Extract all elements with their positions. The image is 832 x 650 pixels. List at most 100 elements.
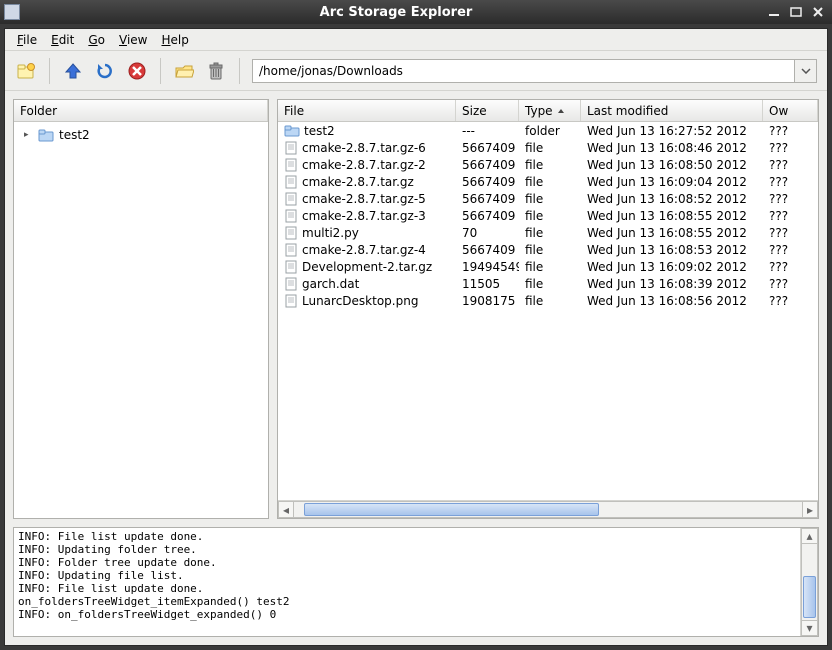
- file-modified: Wed Jun 13 16:08:46 2012: [581, 141, 763, 155]
- log-text[interactable]: INFO: File list update done. INFO: Updat…: [14, 528, 800, 636]
- file-owner: ???: [763, 175, 818, 189]
- file-column-header-owner[interactable]: Ow: [763, 100, 818, 121]
- file-owner: ???: [763, 294, 818, 308]
- log-panel: INFO: File list update done. INFO: Updat…: [13, 527, 819, 637]
- delete-button[interactable]: [205, 60, 227, 82]
- chevron-down-icon: [801, 68, 811, 74]
- file-row[interactable]: cmake-2.8.7.tar.gz-55667409fileWed Jun 1…: [278, 190, 818, 207]
- file-column-header-type[interactable]: Type: [519, 100, 581, 121]
- expand-icon[interactable]: ▸: [24, 131, 33, 140]
- path-input[interactable]: [252, 59, 795, 83]
- new-folder-button[interactable]: [15, 60, 37, 82]
- file-type: file: [519, 158, 581, 172]
- vscroll-track[interactable]: [801, 544, 818, 620]
- file-size: 5667409: [456, 192, 519, 206]
- file-type: file: [519, 175, 581, 189]
- file-icon: [284, 226, 298, 240]
- file-row[interactable]: cmake-2.8.7.tar.gz-45667409fileWed Jun 1…: [278, 241, 818, 258]
- file-modified: Wed Jun 13 16:08:55 2012: [581, 209, 763, 223]
- file-icon: [284, 141, 298, 155]
- file-type: file: [519, 209, 581, 223]
- menu-go[interactable]: Go: [82, 31, 111, 49]
- file-icon: [284, 192, 298, 206]
- scroll-right-button[interactable]: ▸: [802, 501, 818, 518]
- file-type: file: [519, 243, 581, 257]
- new-folder-icon: [16, 62, 36, 80]
- file-row[interactable]: LunarcDesktop.png1908175fileWed Jun 13 1…: [278, 292, 818, 309]
- menu-view[interactable]: View: [113, 31, 153, 49]
- toolbar-group-file: [173, 60, 227, 82]
- stop-button[interactable]: [126, 60, 148, 82]
- file-type: file: [519, 141, 581, 155]
- file-icon: [284, 260, 298, 274]
- open-folder-icon: [174, 62, 194, 80]
- vscroll-thumb[interactable]: [803, 576, 816, 618]
- arrow-up-icon: [64, 62, 82, 80]
- file-modified: Wed Jun 13 16:08:39 2012: [581, 277, 763, 291]
- file-icon: [284, 175, 298, 189]
- file-size: 11505: [456, 277, 519, 291]
- file-list[interactable]: test2---folderWed Jun 13 16:27:52 2012??…: [278, 122, 818, 500]
- file-row[interactable]: cmake-2.8.7.tar.gz-25667409fileWed Jun 1…: [278, 156, 818, 173]
- refresh-icon: [96, 62, 114, 80]
- toolbar-separator: [160, 58, 161, 84]
- refresh-button[interactable]: [94, 60, 116, 82]
- file-row[interactable]: cmake-2.8.7.tar.gz5667409fileWed Jun 13 …: [278, 173, 818, 190]
- file-size: 70: [456, 226, 519, 240]
- inner-frame: File Edit Go View Help: [4, 28, 828, 646]
- file-column-header-file[interactable]: File: [278, 100, 456, 121]
- file-type: file: [519, 277, 581, 291]
- toolbar-group-nav: [62, 60, 148, 82]
- maximize-button[interactable]: [788, 5, 804, 19]
- file-type: folder: [519, 124, 581, 138]
- menu-edit[interactable]: Edit: [45, 31, 80, 49]
- file-name: cmake-2.8.7.tar.gz-6: [302, 141, 426, 155]
- file-size: 5667409: [456, 175, 519, 189]
- file-size: ---: [456, 124, 519, 138]
- toolbar-separator: [49, 58, 50, 84]
- file-column-header-modified[interactable]: Last modified: [581, 100, 763, 121]
- file-panel-headers: File Size Type Last modified Ow: [278, 100, 818, 122]
- close-icon: [812, 7, 824, 17]
- log-vscroll[interactable]: ▴ ▾: [800, 528, 818, 636]
- up-button[interactable]: [62, 60, 84, 82]
- file-row[interactable]: Development-2.tar.gz19494549fileWed Jun …: [278, 258, 818, 275]
- minimize-button[interactable]: [766, 5, 782, 19]
- hscroll-thumb[interactable]: [304, 503, 599, 516]
- menu-file[interactable]: File: [11, 31, 43, 49]
- trash-icon: [207, 61, 225, 81]
- menubar: File Edit Go View Help: [5, 29, 827, 51]
- toolbar-separator: [239, 58, 240, 84]
- toolbar: [5, 51, 827, 91]
- scroll-up-button[interactable]: ▴: [801, 528, 818, 544]
- path-box: [252, 59, 817, 83]
- file-panel: File Size Type Last modified Ow test2---…: [277, 99, 819, 519]
- folder-icon: [38, 128, 54, 142]
- file-name: cmake-2.8.7.tar.gz-3: [302, 209, 426, 223]
- scroll-down-button[interactable]: ▾: [801, 620, 818, 636]
- folder-tree-item[interactable]: ▸ test2: [18, 126, 264, 144]
- file-size: 5667409: [456, 141, 519, 155]
- scroll-left-button[interactable]: ◂: [278, 501, 294, 518]
- file-owner: ???: [763, 277, 818, 291]
- close-button[interactable]: [810, 5, 826, 19]
- file-row[interactable]: multi2.py70fileWed Jun 13 16:08:55 2012?…: [278, 224, 818, 241]
- folder-column-header[interactable]: Folder: [14, 100, 268, 121]
- menu-help[interactable]: Help: [155, 31, 194, 49]
- path-dropdown-button[interactable]: [795, 59, 817, 83]
- file-type: file: [519, 260, 581, 274]
- file-owner: ???: [763, 260, 818, 274]
- file-type: file: [519, 294, 581, 308]
- file-row[interactable]: test2---folderWed Jun 13 16:27:52 2012??…: [278, 122, 818, 139]
- file-row[interactable]: garch.dat11505fileWed Jun 13 16:08:39 20…: [278, 275, 818, 292]
- file-column-header-size[interactable]: Size: [456, 100, 519, 121]
- open-folder-button[interactable]: [173, 60, 195, 82]
- file-name: cmake-2.8.7.tar.gz-5: [302, 192, 426, 206]
- file-row[interactable]: cmake-2.8.7.tar.gz-6 5667409fileWed Jun 1…: [278, 139, 818, 156]
- file-list-hscroll[interactable]: ◂ ▸: [278, 500, 818, 518]
- file-row[interactable]: cmake-2.8.7.tar.gz-35667409fileWed Jun 1…: [278, 207, 818, 224]
- hscroll-track[interactable]: [294, 501, 802, 518]
- folder-tree[interactable]: ▸ test2: [14, 122, 268, 518]
- file-name: LunarcDesktop.png: [302, 294, 418, 308]
- file-owner: ???: [763, 243, 818, 257]
